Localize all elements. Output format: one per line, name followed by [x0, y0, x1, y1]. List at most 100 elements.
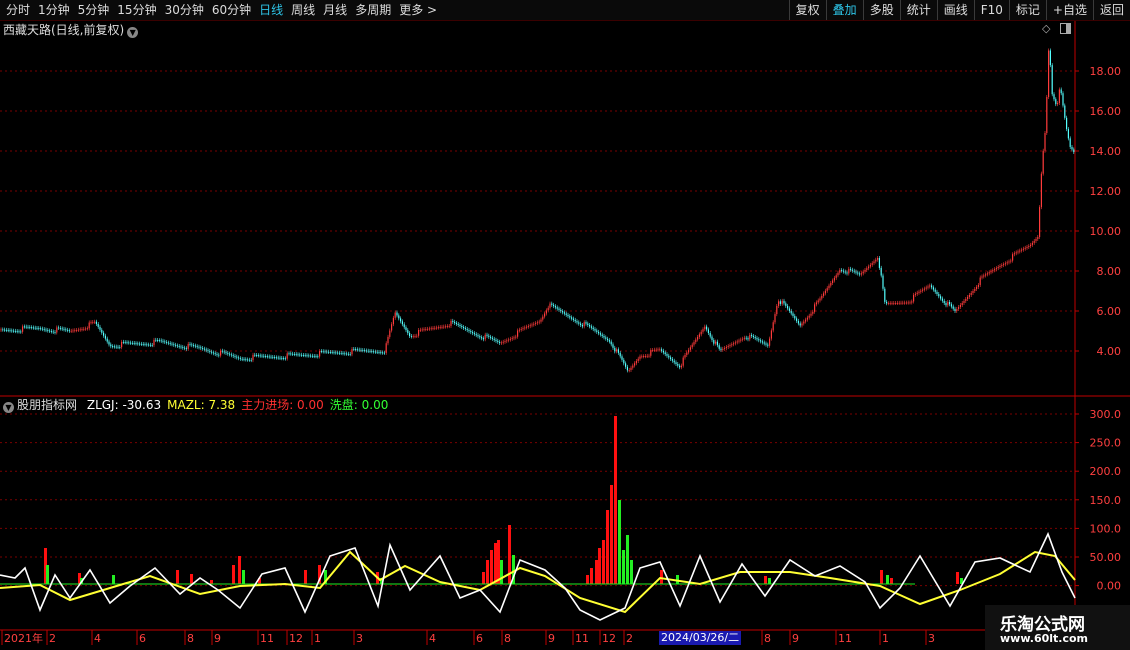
period-tab-1[interactable]: 1分钟 — [34, 0, 74, 20]
candle-body — [113, 346, 115, 348]
period-tab-5[interactable]: 60分钟 — [208, 0, 255, 20]
candle-body — [92, 322, 94, 323]
candle-body — [351, 348, 353, 355]
candle-body — [626, 366, 628, 371]
period-tab-9[interactable]: 多周期 — [351, 0, 395, 20]
candle-body — [857, 272, 859, 274]
candle-body — [457, 323, 459, 325]
candle-body — [151, 344, 153, 346]
candle-body — [923, 288, 925, 290]
func-button-3[interactable]: 统计 — [899, 0, 937, 20]
candle-body — [770, 330, 772, 339]
candle-body — [601, 334, 603, 337]
diamond-icon[interactable]: ◇ — [1042, 22, 1050, 35]
candle-body — [639, 356, 641, 359]
candle-body — [841, 270, 843, 271]
candle-body — [679, 365, 681, 368]
candle-body — [304, 355, 306, 356]
period-tab-3[interactable]: 15分钟 — [113, 0, 160, 20]
candle-body — [558, 308, 560, 310]
candle-body — [83, 328, 85, 330]
candle-body — [360, 349, 362, 351]
candle-body — [400, 318, 402, 322]
candle-body — [493, 338, 495, 340]
candle-body — [625, 363, 627, 367]
entry-bar — [880, 570, 883, 584]
candle-body — [364, 350, 366, 352]
candle-body — [103, 332, 105, 336]
period-tab-8[interactable]: 月线 — [319, 0, 351, 20]
function-buttons: 复权 叠加 多股 统计 画线 F10 标记 +自选 返回 — [788, 0, 1130, 20]
candle-body — [13, 330, 15, 332]
candle-body — [927, 286, 929, 288]
candle-body — [322, 351, 324, 353]
candle-body — [985, 274, 987, 276]
candle-body — [347, 353, 349, 355]
candle-body — [286, 353, 288, 359]
period-tab-6[interactable]: 日线 — [255, 0, 287, 20]
candle-body — [751, 334, 753, 336]
period-tab-10[interactable]: 更多 > — [395, 0, 441, 20]
candle-body — [243, 359, 245, 360]
candle-body — [279, 357, 281, 359]
candle-body — [77, 329, 79, 331]
candle-body — [221, 350, 223, 352]
func-button-6[interactable]: 标记 — [1008, 0, 1046, 20]
candle-body — [673, 360, 675, 363]
candle-body — [904, 302, 906, 304]
candle-body — [9, 330, 11, 332]
candle-body — [1039, 207, 1041, 238]
func-button-2[interactable]: 多股 — [862, 0, 900, 20]
func-button-5[interactable]: F10 — [973, 0, 1009, 20]
chevron-down-icon[interactable]: ▼ — [3, 402, 14, 413]
period-tab-7[interactable]: 周线 — [287, 0, 319, 20]
candle-body — [230, 354, 232, 356]
func-button-7[interactable]: +自选 — [1045, 0, 1093, 20]
kline-chart[interactable]: 18.0016.0014.0012.0010.008.006.004.00300… — [0, 21, 1130, 650]
candle-body — [500, 342, 502, 344]
candle-body — [218, 354, 220, 356]
candle-body — [774, 314, 776, 323]
candle-body — [202, 348, 204, 349]
candle-body — [324, 351, 326, 353]
candle-body — [549, 303, 551, 308]
candle-body — [970, 292, 972, 295]
candle-body — [936, 291, 938, 295]
candle-body — [209, 351, 211, 352]
candle-body — [614, 347, 616, 352]
candle-body — [1012, 254, 1014, 261]
chevron-down-icon[interactable]: ▼ — [127, 27, 139, 38]
candle-body — [344, 353, 346, 355]
candle-body — [925, 287, 927, 289]
candle-body — [464, 328, 466, 330]
candle-body — [416, 335, 418, 337]
candle-body — [1055, 99, 1057, 105]
func-button-1[interactable]: 叠加 — [825, 0, 863, 20]
candle-body — [716, 341, 718, 346]
func-button-0[interactable]: 复权 — [788, 0, 826, 20]
candle-body — [272, 356, 274, 358]
candle-body — [977, 284, 979, 287]
layout-toggle-icon[interactable] — [1060, 23, 1071, 34]
func-button-4[interactable]: 画线 — [936, 0, 974, 20]
func-button-8[interactable]: 返回 — [1092, 0, 1130, 20]
period-tab-4[interactable]: 30分钟 — [161, 0, 208, 20]
candle-body — [983, 275, 985, 277]
price-tick-label: 12.00 — [1090, 185, 1122, 198]
candle-body — [293, 353, 295, 355]
candle-body — [594, 329, 596, 331]
candle-body — [265, 356, 267, 357]
period-tab-2[interactable]: 5分钟 — [74, 0, 114, 20]
candle-body — [922, 289, 924, 291]
entry-bar — [482, 572, 485, 584]
period-tab-0[interactable]: 分时 — [2, 0, 34, 20]
candle-body — [1008, 261, 1010, 263]
candle-body — [1069, 138, 1071, 147]
candle-body — [700, 331, 702, 335]
candle-body — [220, 350, 222, 356]
candle-body — [283, 358, 285, 360]
candle-body — [662, 350, 664, 353]
candle-body — [423, 329, 425, 331]
entry-bar — [764, 576, 767, 584]
candle-body — [722, 348, 724, 350]
